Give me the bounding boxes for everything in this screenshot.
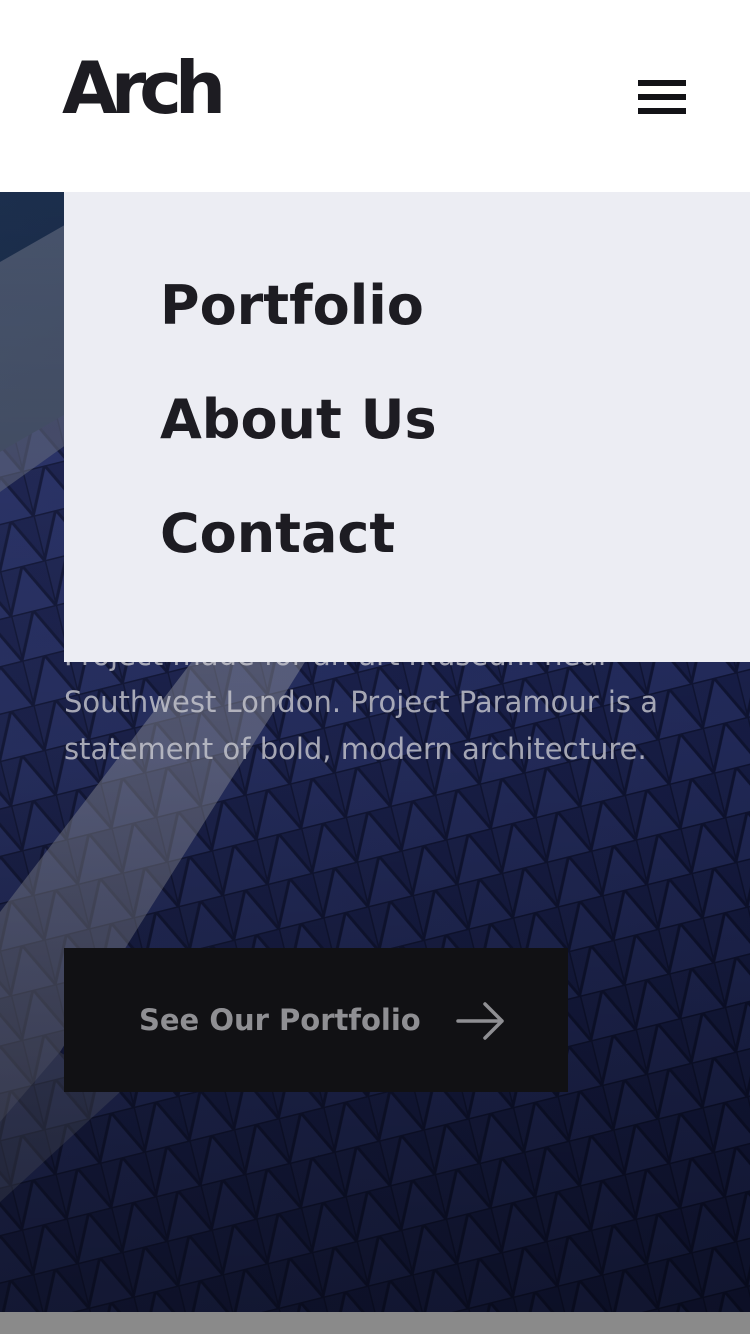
hamburger-menu-icon[interactable]	[638, 80, 686, 114]
see-portfolio-button[interactable]: See Our Portfolio	[64, 948, 568, 1092]
nav-item-portfolio[interactable]: Portfolio	[160, 274, 424, 338]
arrow-right-icon	[456, 1002, 504, 1040]
mobile-nav-menu: Portfolio About Us Contact	[64, 192, 750, 662]
see-portfolio-label: See Our Portfolio	[139, 1003, 421, 1037]
nav-item-about-us[interactable]: About Us	[160, 388, 437, 452]
site-header: Arch	[0, 0, 750, 192]
nav-item-contact[interactable]: Contact	[160, 502, 395, 566]
hamburger-bar	[638, 80, 686, 86]
hamburger-bar	[638, 108, 686, 114]
footer-strip	[0, 1312, 750, 1334]
logo[interactable]: Arch	[62, 52, 226, 124]
hamburger-bar	[638, 94, 686, 100]
